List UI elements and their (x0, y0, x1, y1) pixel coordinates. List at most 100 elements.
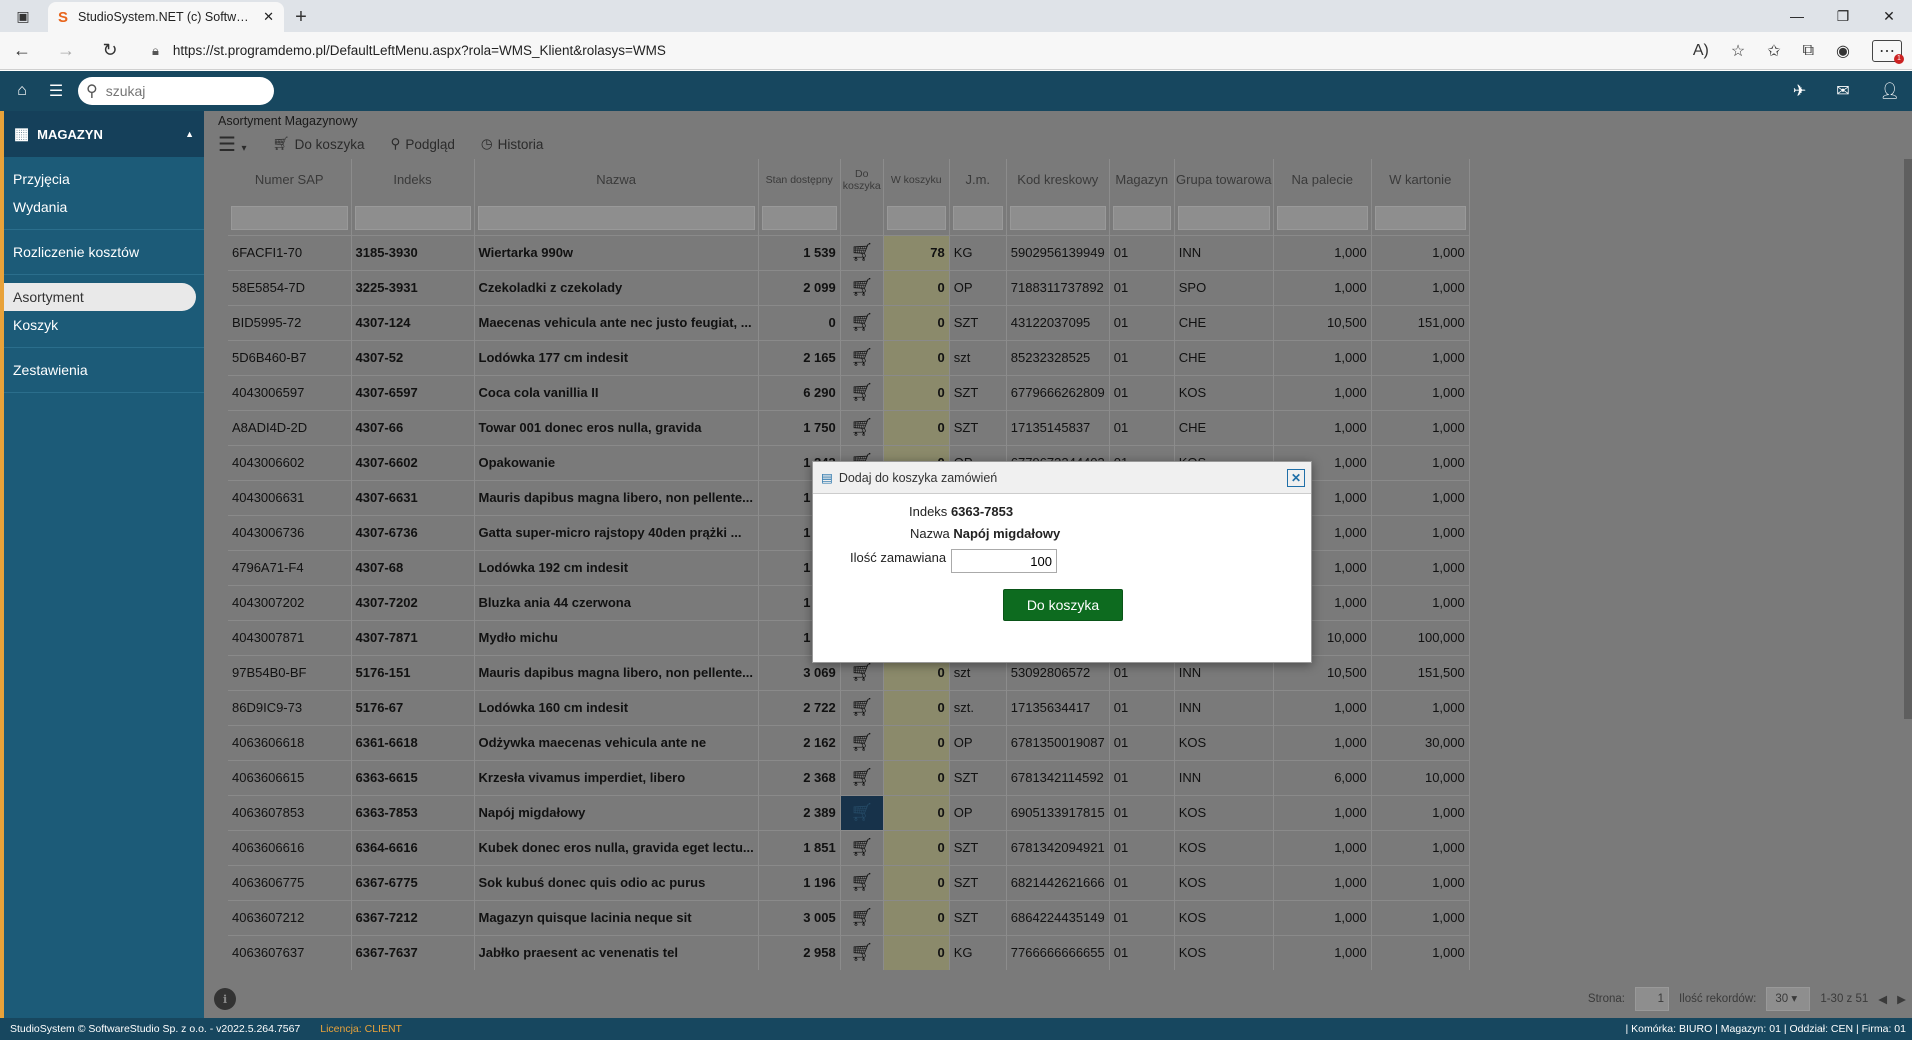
forward-icon[interactable]: → (44, 40, 88, 61)
add-to-cart-icon[interactable]: 🛒︎ (840, 829, 884, 865)
favorites-icon[interactable]: ✩ (1767, 41, 1780, 61)
browser-tab[interactable]: S StudioSystem.NET (c) SoftwareSt ✕ (48, 2, 284, 32)
add-to-cart-icon[interactable]: 🛒︎ (840, 234, 884, 270)
sidebar-item-koszyk[interactable]: Koszyk (4, 311, 204, 339)
info-icon[interactable]: i (214, 988, 236, 1010)
menu-toggle-icon[interactable]: ☰ (44, 81, 68, 101)
record-count-select[interactable]: 30 ▾ (1766, 987, 1811, 1011)
close-tab-icon[interactable]: ✕ (263, 9, 274, 25)
column-header[interactable]: J.m. (949, 159, 1007, 201)
add-to-cart-icon[interactable]: 🛒︎ (840, 724, 884, 760)
column-header[interactable]: Kod kreskowy (1006, 159, 1110, 201)
table-cell: 6363-7853 (351, 794, 475, 830)
quantity-input[interactable] (951, 549, 1057, 573)
sidebar-section-header[interactable]: ▦ MAGAZYN ▲ (4, 111, 204, 157)
column-filter-input[interactable] (1276, 205, 1368, 230)
table-row[interactable]: 86D9IC9-73 5176-67 Lodówka 160 cm indesit 2… (228, 689, 1470, 725)
sidebar-item-rozliczenie[interactable]: Rozliczenie kosztów (4, 238, 204, 266)
add-to-cart-button[interactable]: 🛒︎ Do koszyka (273, 136, 365, 152)
reload-icon[interactable]: ↻ (88, 40, 132, 61)
tab-actions-icon[interactable]: ▣ (0, 0, 46, 32)
table-row[interactable]: 4063607853 6363-7853 Napój migdałowy 2 389 🛒… (228, 794, 1470, 830)
mail-icon[interactable]: ✉ (1836, 81, 1849, 101)
collapse-caret-icon[interactable]: ▲ (185, 129, 194, 139)
column-header[interactable]: Magazyn (1109, 159, 1175, 201)
sidebar-item-asortyment[interactable]: Asortyment (4, 283, 196, 311)
add-to-cart-confirm-button[interactable]: Do koszyka (1003, 589, 1123, 621)
table-row[interactable]: 4063606616 6364-6616 Kubek donec eros null… (228, 829, 1470, 865)
vertical-scrollbar[interactable] (1904, 159, 1912, 719)
table-row[interactable]: 4063607212 6367-7212 Magazyn quisque lacin… (228, 899, 1470, 935)
column-header[interactable]: Na palecie (1273, 159, 1372, 201)
add-to-cart-icon[interactable]: 🛒︎ (840, 409, 884, 445)
column-filter-input[interactable] (1009, 205, 1106, 230)
sidebar-item-przyjecia[interactable]: Przyjęcia (4, 165, 204, 193)
column-header[interactable]: Grupa towarowa (1174, 159, 1274, 201)
add-to-cart-icon[interactable]: 🛒︎ (840, 759, 884, 795)
read-aloud-icon[interactable]: A) (1693, 42, 1709, 60)
column-filter-input[interactable] (761, 205, 837, 230)
add-to-cart-icon[interactable]: 🛒︎ (840, 374, 884, 410)
column-header[interactable]: W koszyku (883, 159, 950, 201)
search-input[interactable] (105, 83, 246, 99)
column-header[interactable]: Do koszyka (840, 159, 884, 201)
table-row[interactable]: 5D6B460-B7 4307-52 Lodówka 177 cm indesit 2… (228, 339, 1470, 375)
column-header[interactable]: Stan dostępny (758, 159, 841, 201)
lock-icon[interactable]: 🔒︎ (152, 43, 159, 59)
grid-menu-icon[interactable]: ☰ ▾ (218, 132, 247, 157)
favorite-add-icon[interactable]: ☆ (1731, 41, 1745, 61)
collections-icon[interactable]: ⧉ (1803, 42, 1814, 60)
table-row[interactable]: A8ADI4D-2D 4307-66 Towar 001 donec eros nu… (228, 409, 1470, 445)
table-cell: 1,000 (1273, 934, 1372, 970)
column-header[interactable]: Indeks (351, 159, 475, 201)
add-to-cart-icon[interactable]: 🛒︎ (840, 899, 884, 935)
close-window-icon[interactable]: ✕ (1866, 8, 1912, 25)
sidebar: ▦ MAGAZYN ▲ Przyjęcia Wydania Rozliczeni… (0, 111, 204, 1018)
url-field[interactable]: 🔒︎ https://st.programdemo.pl/DefaultLeft… (142, 36, 1662, 66)
add-to-cart-icon[interactable]: 🛒︎ (840, 339, 884, 375)
column-filter-input[interactable] (354, 205, 471, 230)
table-cell: 1,000 (1371, 864, 1470, 900)
minimize-icon[interactable]: — (1774, 8, 1820, 24)
add-to-cart-icon[interactable]: 🛒︎ (840, 864, 884, 900)
sidebar-item-wydania[interactable]: Wydania (4, 193, 204, 221)
column-filter-input[interactable] (1177, 205, 1270, 230)
table-row[interactable]: 4063606615 6363-6615 Krzesła vivamus imper… (228, 759, 1470, 795)
close-dialog-icon[interactable]: ✕ (1287, 468, 1305, 487)
table-row[interactable]: 4063606618 6361-6618 Odżywka maecenas vehi… (228, 724, 1470, 760)
restore-icon[interactable]: ❐ (1820, 8, 1866, 25)
column-header[interactable]: Numer SAP (228, 159, 352, 201)
prev-page-icon[interactable]: ◀ (1878, 992, 1887, 1006)
add-to-cart-icon[interactable]: 🛒︎ (840, 304, 884, 340)
column-filter-input[interactable] (1374, 205, 1466, 230)
page-input[interactable]: 1 (1634, 987, 1669, 1011)
back-icon[interactable]: ← (0, 40, 44, 61)
table-row[interactable]: 6FACFI1-70 3185-3930 Wiertarka 990w 1 539 🛒︎… (228, 234, 1470, 270)
profile-icon[interactable]: ◉ (1836, 41, 1850, 61)
sidebar-item-zestawienia[interactable]: Zestawienia (4, 356, 204, 384)
column-filter-input[interactable] (886, 205, 946, 230)
preview-button[interactable]: ⚲ Podgląd (390, 136, 454, 152)
table-row[interactable]: 4043006597 4307-6597 Coca cola vanillia II… (228, 374, 1470, 410)
new-tab-icon[interactable]: + (284, 2, 318, 32)
table-row[interactable]: BID5995-72 4307-124 Maecenas vehicula ante… (228, 304, 1470, 340)
column-filter-input[interactable] (952, 205, 1003, 230)
add-to-cart-icon[interactable]: 🛒︎ (840, 269, 884, 305)
add-to-cart-icon[interactable]: 🛒︎ (840, 934, 884, 970)
column-filter-input[interactable] (231, 205, 348, 230)
next-page-icon[interactable]: ▶ (1897, 992, 1906, 1006)
browser-menu-icon[interactable]: ⋯ 1 (1872, 39, 1904, 64)
table-row[interactable]: 58E5854-7D 3225-3931 Czekoladki z czekolad… (228, 269, 1470, 305)
table-row[interactable]: 4063606775 6367-6775 Sok kubuś donec quis … (228, 864, 1470, 900)
column-header[interactable]: W kartonie (1371, 159, 1470, 201)
table-row[interactable]: 4063607637 6367-7637 Jabłko praesent ac ve… (228, 934, 1470, 970)
add-to-cart-icon[interactable]: 🛒︎ (840, 794, 884, 830)
home-icon[interactable]: ⌂ (10, 82, 34, 100)
column-filter-input[interactable] (1112, 205, 1171, 230)
column-filter-input[interactable] (477, 205, 755, 230)
column-header[interactable]: Nazwa (474, 159, 759, 201)
add-to-cart-icon[interactable]: 🛒︎ (840, 689, 884, 725)
quick-actions-icon[interactable]: ✈ (1793, 81, 1806, 101)
user-icon[interactable]: 👤︎ (1880, 81, 1900, 101)
history-button[interactable]: ◷ Historia (481, 136, 544, 152)
